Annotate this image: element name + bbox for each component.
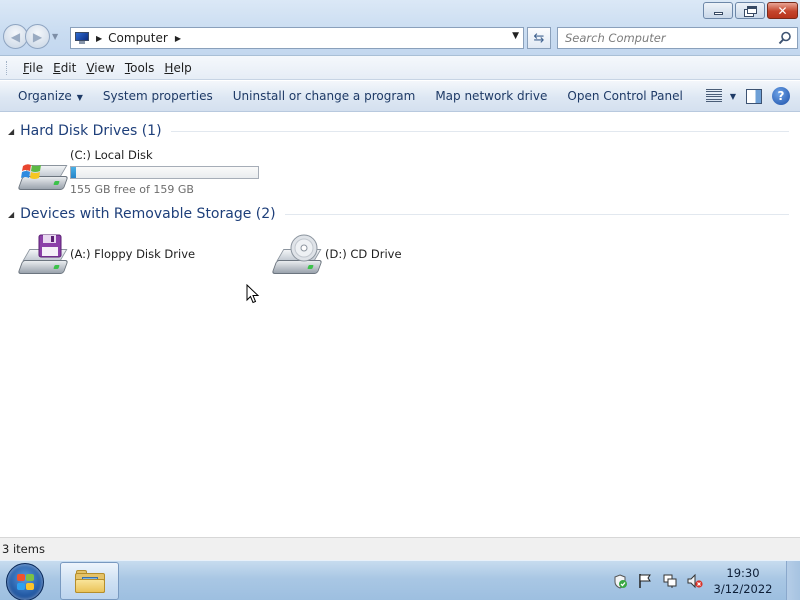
file-list-area[interactable]: ◢ Hard Disk Drives (1) (C:) Local Disk 1… xyxy=(0,112,800,537)
menu-accelerator: E xyxy=(53,60,61,75)
status-bar: 3 items xyxy=(0,537,800,560)
clock-date: 3/12/2022 xyxy=(713,582,773,596)
menu-view[interactable]: View xyxy=(81,61,119,75)
menu-file[interactable]: File xyxy=(18,61,48,75)
windows-flag-icon xyxy=(17,574,35,591)
window-controls: ✕ xyxy=(703,2,798,19)
floppy-drive-icon xyxy=(17,232,69,278)
menu-tools[interactable]: Tools xyxy=(120,61,160,75)
group-title: Hard Disk Drives (1) xyxy=(20,123,162,139)
taskbar: 19:30 3/12/2022 xyxy=(0,560,800,600)
collapse-triangle-icon[interactable]: ◢ xyxy=(8,127,14,136)
view-controls: ▼ ? xyxy=(705,87,790,105)
flag-icon[interactable] xyxy=(637,573,653,589)
cd-disc-icon xyxy=(290,234,318,262)
restore-icon xyxy=(747,5,757,14)
menu-edit[interactable]: Edit xyxy=(48,61,81,75)
drive-item-c[interactable]: (C:) Local Disk 155 GB free of 159 GB xyxy=(17,148,259,196)
breadcrumb-chevron-icon[interactable]: ▶ xyxy=(175,34,181,43)
drive-details: (A:) Floppy Disk Drive xyxy=(70,232,195,278)
explorer-folder-icon xyxy=(74,569,105,593)
help-icon[interactable]: ? xyxy=(772,87,790,105)
drive-item-a[interactable]: (A:) Floppy Disk Drive xyxy=(17,232,195,278)
collapse-triangle-icon[interactable]: ◢ xyxy=(8,210,14,219)
refresh-icon: ⇆ xyxy=(533,30,545,46)
drive-free-space: 155 GB free of 159 GB xyxy=(70,183,194,196)
show-desktop-button[interactable] xyxy=(786,561,800,600)
group-divider xyxy=(170,130,789,132)
system-properties-button[interactable]: System properties xyxy=(93,89,223,103)
computer-icon xyxy=(75,32,89,44)
views-icon xyxy=(705,88,722,104)
windows-logo-icon xyxy=(21,164,41,179)
drive-details: (D:) CD Drive xyxy=(325,232,402,278)
drive-name: (D:) CD Drive xyxy=(325,247,402,261)
minimize-icon xyxy=(713,12,723,15)
drive-details: (C:) Local Disk 155 GB free of 159 GB xyxy=(70,148,259,196)
group-divider xyxy=(284,213,789,215)
close-button[interactable]: ✕ xyxy=(767,2,798,19)
menu-accelerator: H xyxy=(164,60,174,75)
menu-accelerator: V xyxy=(86,60,95,75)
group-header-removable[interactable]: ◢ Devices with Removable Storage (2) xyxy=(8,206,789,222)
breadcrumb-chevron-icon[interactable]: ▶ xyxy=(96,34,102,43)
preview-pane-icon[interactable] xyxy=(746,88,762,104)
drive-name: (A:) Floppy Disk Drive xyxy=(70,247,196,261)
menu-grip xyxy=(6,60,9,75)
search-input[interactable] xyxy=(565,31,765,45)
menu-accelerator: T xyxy=(124,60,131,75)
navigation-buttons: ◀ ▶ ▼ xyxy=(3,24,58,49)
group-header-hard-disks[interactable]: ◢ Hard Disk Drives (1) xyxy=(8,123,789,139)
cd-drive-icon xyxy=(271,232,323,278)
group-title: Devices with Removable Storage (2) xyxy=(20,206,276,222)
network-icon[interactable] xyxy=(662,573,678,589)
mouse-cursor-icon xyxy=(246,284,260,304)
breadcrumb-computer[interactable]: Computer xyxy=(108,31,168,45)
menu-help[interactable]: Help xyxy=(159,61,196,75)
map-network-drive-button[interactable]: Map network drive xyxy=(425,89,557,103)
refresh-button[interactable]: ⇆ xyxy=(527,27,551,49)
floppy-disk-icon xyxy=(38,234,62,258)
drive-item-d[interactable]: (D:) CD Drive xyxy=(271,232,402,278)
hard-disk-icon xyxy=(17,148,69,194)
uninstall-program-button[interactable]: Uninstall or change a program xyxy=(223,89,426,103)
organize-label: Organize xyxy=(18,89,72,103)
taskbar-clock[interactable]: 19:30 3/12/2022 xyxy=(712,565,774,597)
capacity-fill xyxy=(71,167,76,178)
change-view-button[interactable]: ▼ xyxy=(705,88,736,104)
restore-button[interactable] xyxy=(735,2,765,19)
address-bar[interactable]: ▶ Computer ▶ ▼ xyxy=(70,27,524,49)
chevron-down-icon: ▼ xyxy=(729,91,736,101)
forward-arrow-icon: ▶ xyxy=(32,29,43,44)
action-center-icon[interactable] xyxy=(612,573,628,589)
search-box[interactable] xyxy=(557,27,798,49)
command-bar: Organize ▼ System properties Uninstall or… xyxy=(0,81,800,112)
window-chrome: ✕ ◀ ▶ ▼ ▶ Computer ▶ ▼ ⇆ xyxy=(0,0,800,56)
item-count: 3 items xyxy=(2,542,45,556)
organize-button[interactable]: Organize ▼ xyxy=(8,89,93,103)
clock-time: 19:30 xyxy=(726,566,760,580)
recent-pages-dropdown[interactable]: ▼ xyxy=(52,32,58,41)
open-control-panel-button[interactable]: Open Control Panel xyxy=(557,89,692,103)
address-history-dropdown[interactable]: ▼ xyxy=(512,31,519,41)
back-arrow-icon: ◀ xyxy=(10,29,21,44)
minimize-button[interactable] xyxy=(703,2,733,19)
search-icon[interactable] xyxy=(778,31,792,45)
close-icon: ✕ xyxy=(777,3,788,18)
menu-accelerator: F xyxy=(23,60,30,75)
chevron-down-icon: ▼ xyxy=(76,93,83,102)
volume-muted-icon[interactable] xyxy=(687,573,703,589)
menu-bar: File Edit View Tools Help xyxy=(0,56,800,80)
taskbar-explorer-button[interactable] xyxy=(60,562,119,600)
system-tray: 19:30 3/12/2022 xyxy=(612,561,800,600)
drive-name: (C:) Local Disk xyxy=(70,148,153,162)
start-button[interactable] xyxy=(6,563,44,600)
capacity-bar xyxy=(70,166,259,179)
forward-button[interactable]: ▶ xyxy=(25,24,50,49)
